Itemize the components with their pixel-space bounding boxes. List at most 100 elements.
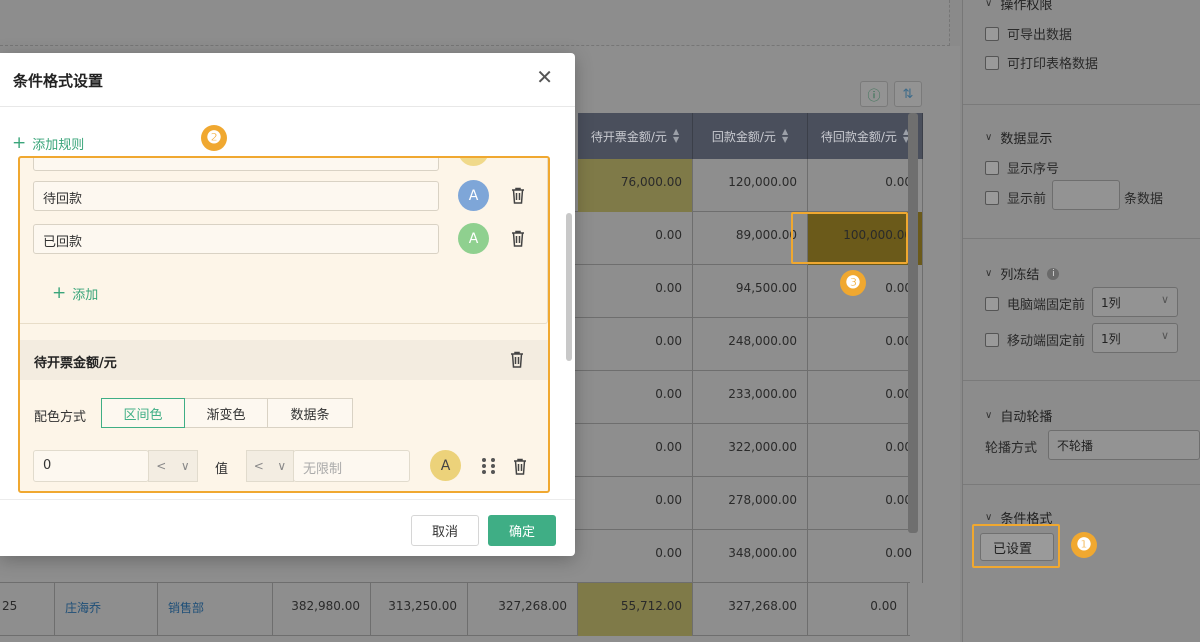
color-mode-label: 配色方式: [34, 410, 87, 425]
color-mode-gradient[interactable]: 渐变色: [184, 398, 268, 428]
rule-value-input[interactable]: [33, 158, 439, 171]
show-index-option[interactable]: 显示序号: [985, 158, 1059, 177]
carousel-mode-select[interactable]: 不轮播: [1048, 430, 1200, 460]
color-swatch[interactable]: [458, 158, 489, 166]
info-icon[interactable]: i: [1047, 267, 1060, 280]
sort-settings-icon[interactable]: ⇅: [894, 81, 922, 107]
table-cell-invoice[interactable]: 0.00: [578, 477, 693, 530]
range-min-input[interactable]: 0: [33, 450, 149, 482]
table-cell-received[interactable]: 322,000.00: [693, 424, 808, 477]
ok-button[interactable]: 确定: [488, 515, 556, 546]
close-icon[interactable]: ✕: [536, 67, 553, 87]
freeze-mobile-option[interactable]: 移动端固定前: [985, 330, 1085, 349]
table-cell-received[interactable]: 94,500.00: [693, 265, 808, 318]
perm-print-option[interactable]: 可打印表格数据: [985, 53, 1098, 72]
freeze-pc-select[interactable]: 1列 ∨: [1092, 287, 1178, 317]
freeze-title[interactable]: ∨ 列冻结 i: [985, 264, 1060, 283]
add-rule-button[interactable]: + 添加规则: [12, 133, 84, 153]
carousel-mode-label: 轮播方式: [985, 441, 1038, 456]
range-min-operator[interactable]: < ∨: [148, 450, 198, 482]
drag-handle-icon[interactable]: [482, 458, 496, 474]
cancel-button[interactable]: 取消: [411, 515, 479, 546]
plus-icon: +: [52, 283, 67, 303]
trash-icon[interactable]: [510, 351, 524, 368]
show-first-count-input[interactable]: [1052, 180, 1120, 210]
table-toolbar: ⓘ ⇅: [860, 81, 922, 107]
color-swatch[interactable]: A: [458, 223, 489, 254]
permissions-title[interactable]: ∨ 操作权限: [985, 0, 1052, 13]
trash-icon[interactable]: [511, 230, 525, 247]
table-scrollbar[interactable]: [908, 113, 918, 533]
table-cell-pending[interactable]: 0.00: [808, 583, 908, 636]
table-cell-pending[interactable]: 0.00: [808, 477, 923, 530]
trash-icon[interactable]: [513, 458, 527, 475]
checkbox[interactable]: [985, 26, 999, 41]
table-cell-invoice[interactable]: 0.00: [578, 371, 693, 424]
conditional-format-set-button[interactable]: 已设置: [980, 533, 1054, 561]
sort-icon[interactable]: ▲ ▼: [673, 128, 679, 144]
dialog-header: 条件格式设置 ✕: [0, 53, 575, 107]
chevron-down-icon: ∨: [985, 410, 993, 421]
table-cell-id[interactable]: 25: [0, 583, 55, 636]
table-cell-name[interactable]: 庄海乔: [55, 583, 158, 636]
show-first-option[interactable]: 显示前: [985, 188, 1046, 207]
dialog-scrollbar[interactable]: [566, 213, 572, 361]
color-mode-range[interactable]: 区间色: [101, 398, 185, 428]
trash-icon[interactable]: [511, 187, 525, 204]
table-cell-c2[interactable]: 313,250.00: [371, 583, 468, 636]
display-title[interactable]: ∨ 数据显示: [985, 128, 1052, 147]
table-cell-received[interactable]: 120,000.00: [693, 159, 808, 212]
conditional-format-dialog: 条件格式设置 ✕ + 添加规则 ❷ 待回款 A 已回款 A + 添加 待开票金额…: [0, 53, 575, 556]
checkbox[interactable]: [985, 296, 999, 311]
table-cell-invoice[interactable]: 0.00: [578, 530, 693, 583]
table-cell-pending[interactable]: 0.00: [808, 265, 923, 318]
table-header: 待开票金额/元 ▲ ▼ 回款金额/元 ▲ ▼ 待回款金额/元 ▲ ▼: [578, 113, 923, 159]
header-pending[interactable]: 待回款金额/元 ▲ ▼: [808, 113, 923, 159]
table-cell-invoice[interactable]: 76,000.00: [578, 159, 693, 212]
divider: [963, 484, 1200, 485]
table-cell-received[interactable]: 248,000.00: [693, 318, 808, 371]
table-cell-received[interactable]: 278,000.00: [693, 477, 808, 530]
table-cell-pending[interactable]: 0.00: [808, 424, 923, 477]
rule-value-input[interactable]: 待回款: [33, 181, 439, 211]
perm-export-option[interactable]: 可导出数据: [985, 24, 1072, 43]
table-cell-pending[interactable]: 0.00: [808, 371, 923, 424]
table-cell-invoice[interactable]: 0.00: [578, 424, 693, 477]
header-invoice[interactable]: 待开票金额/元 ▲ ▼: [578, 113, 693, 159]
rule-field-label: 待开票金额/元: [34, 356, 117, 371]
freeze-pc-option[interactable]: 电脑端固定前: [985, 294, 1085, 313]
carousel-title[interactable]: ∨ 自动轮播: [985, 406, 1052, 425]
range-max-operator[interactable]: < ∨: [246, 450, 294, 482]
table-cell-dept[interactable]: 销售部: [158, 583, 273, 636]
checkbox[interactable]: [985, 190, 999, 205]
callout-1: ❶: [1071, 532, 1097, 558]
table-cell-c1[interactable]: 382,980.00: [273, 583, 371, 636]
info-icon[interactable]: ⓘ: [860, 81, 888, 107]
table-cell-invoice[interactable]: 0.00: [578, 318, 693, 371]
table-cell-invoice[interactable]: 0.00: [578, 265, 693, 318]
color-mode-databar[interactable]: 数据条: [267, 398, 353, 428]
rule-card-invoice-header: 待开票金额/元: [20, 340, 548, 380]
checkbox[interactable]: [985, 160, 999, 175]
sort-icon[interactable]: ▲ ▼: [782, 128, 788, 144]
range-max-input[interactable]: 无限制: [293, 450, 410, 482]
table-row[interactable]: 25 庄海乔 销售部 382,980.00 313,250.00 327,268.00 55…: [0, 583, 910, 636]
table-cell-invoice[interactable]: 55,712.00: [578, 583, 693, 636]
freeze-mobile-select[interactable]: 1列 ∨: [1092, 323, 1178, 353]
table-cell-pending[interactable]: 0.00: [808, 318, 923, 371]
table-cell-received[interactable]: 327,268.00: [693, 583, 808, 636]
header-received[interactable]: 回款金额/元 ▲ ▼: [693, 113, 808, 159]
table-cell-pending[interactable]: 0.00: [808, 530, 923, 583]
table-cell-c3[interactable]: 327,268.00: [468, 583, 578, 636]
checkbox[interactable]: [985, 332, 999, 347]
table-cell-received[interactable]: 233,000.00: [693, 371, 808, 424]
dialog-title: 条件格式设置: [13, 72, 104, 90]
checkbox[interactable]: [985, 55, 999, 70]
color-swatch[interactable]: A: [458, 180, 489, 211]
table-cell-received[interactable]: 348,000.00: [693, 530, 808, 583]
color-swatch[interactable]: A: [430, 450, 461, 481]
rule-value-input[interactable]: 已回款: [33, 224, 439, 254]
table-cell-invoice[interactable]: 0.00: [578, 212, 693, 265]
table-cell-pending[interactable]: 0.00: [808, 159, 923, 212]
add-value-button[interactable]: + 添加: [52, 283, 98, 303]
